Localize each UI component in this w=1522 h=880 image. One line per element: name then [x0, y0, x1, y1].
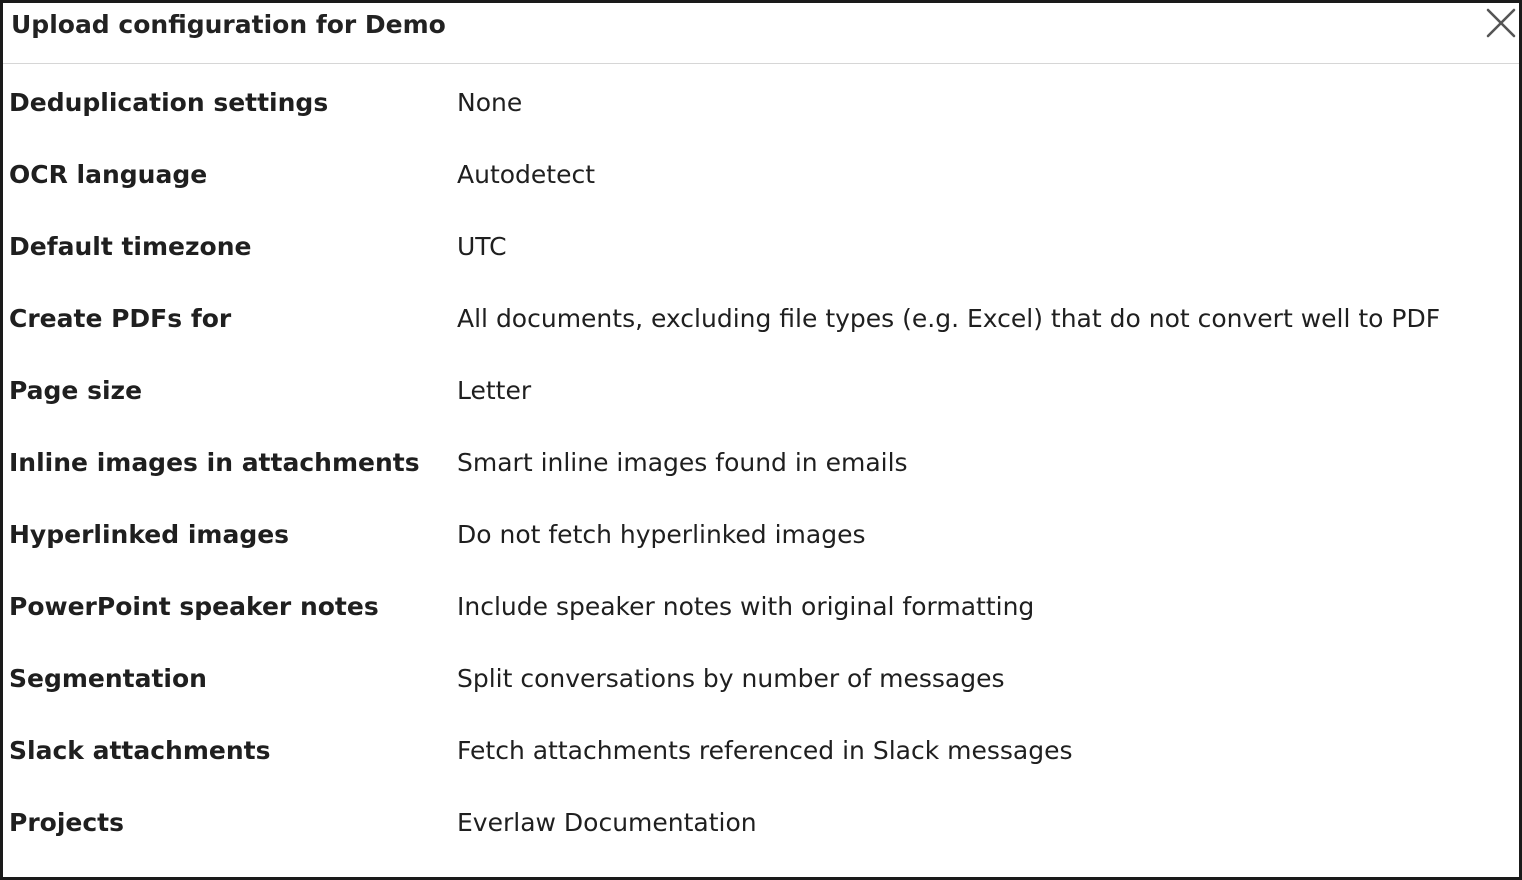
dialog-header: Upload configuration for Demo [3, 3, 1519, 64]
setting-row-slack-attachments: Slack attachments Fetch attachments refe… [3, 733, 1519, 805]
dialog-title: Upload configuration for Demo [11, 10, 446, 39]
setting-value: All documents, excluding file types (e.g… [457, 304, 1441, 333]
setting-label: PowerPoint speaker notes [9, 592, 379, 621]
setting-label: Create PDFs for [9, 304, 232, 333]
close-button[interactable] [1483, 5, 1519, 41]
setting-label: OCR language [9, 160, 208, 189]
setting-row-projects: Projects Everlaw Documentation [3, 805, 1519, 877]
setting-row-deduplication: Deduplication settings None [3, 85, 1519, 157]
setting-row-ocr-language: OCR language Autodetect [3, 157, 1519, 229]
setting-value: Split conversations by number of message… [457, 664, 1005, 693]
setting-row-inline-images: Inline images in attachments Smart inlin… [3, 445, 1519, 517]
setting-value: Fetch attachments referenced in Slack me… [457, 736, 1073, 765]
setting-label: Inline images in attachments [9, 448, 420, 477]
setting-value: Everlaw Documentation [457, 808, 757, 837]
setting-value: Include speaker notes with original form… [457, 592, 1035, 621]
setting-label: Deduplication settings [9, 88, 329, 117]
setting-label: Page size [9, 376, 143, 405]
settings-list: Deduplication settings None OCR language… [3, 85, 1519, 877]
setting-label: Slack attachments [9, 736, 271, 765]
setting-row-page-size: Page size Letter [3, 373, 1519, 445]
setting-row-create-pdfs: Create PDFs for All documents, excluding… [3, 301, 1519, 373]
setting-row-hyperlinked-images: Hyperlinked images Do not fetch hyperlin… [3, 517, 1519, 589]
setting-value: UTC [457, 232, 507, 261]
setting-row-segmentation: Segmentation Split conversations by numb… [3, 661, 1519, 733]
setting-row-speaker-notes: PowerPoint speaker notes Include speaker… [3, 589, 1519, 661]
setting-value: Do not fetch hyperlinked images [457, 520, 866, 549]
setting-label: Projects [9, 808, 125, 837]
setting-value: None [457, 88, 523, 117]
setting-label: Default timezone [9, 232, 252, 261]
setting-value: Smart inline images found in emails [457, 448, 908, 477]
setting-label: Hyperlinked images [9, 520, 290, 549]
close-icon [1486, 8, 1516, 38]
setting-label: Segmentation [9, 664, 207, 693]
setting-row-default-timezone: Default timezone UTC [3, 229, 1519, 301]
setting-value: Autodetect [457, 160, 596, 189]
setting-value: Letter [457, 376, 532, 405]
upload-configuration-dialog: Upload configuration for Demo Deduplicat… [0, 0, 1522, 880]
